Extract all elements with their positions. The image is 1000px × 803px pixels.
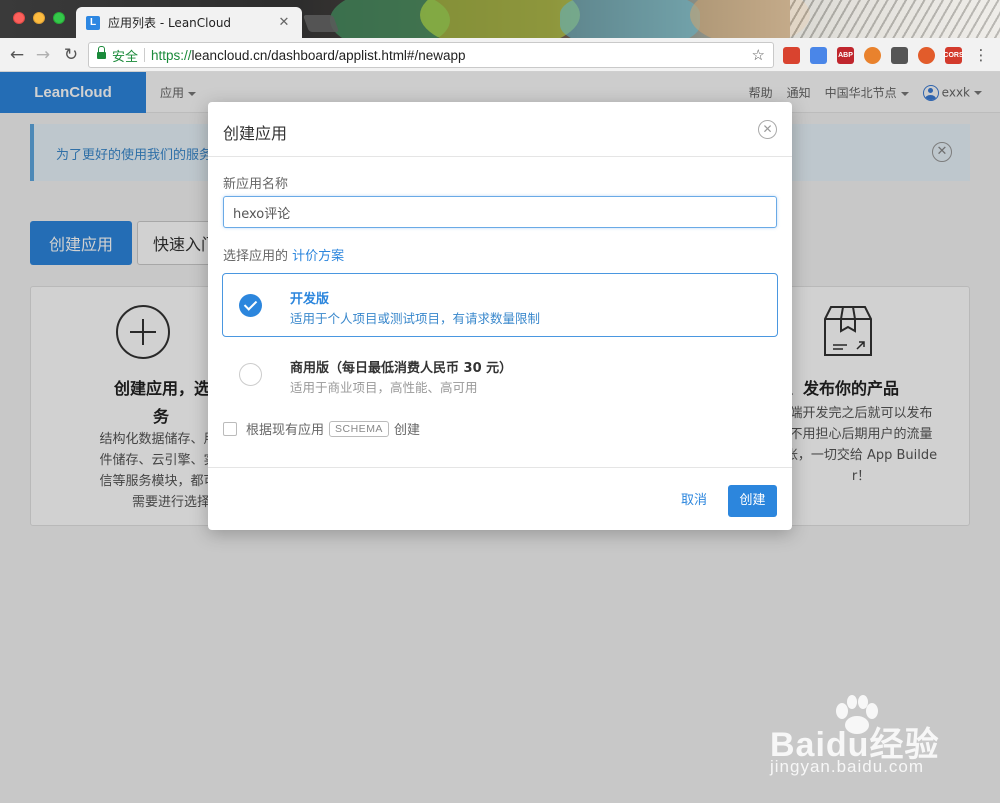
pricing-link[interactable]: 计价方案 bbox=[292, 249, 344, 264]
calendar-ext-icon[interactable] bbox=[783, 47, 800, 64]
plan-label: 选择应用的 计价方案 bbox=[223, 245, 344, 264]
wallpaper-art bbox=[560, 0, 700, 38]
plan-description: 适用于个人项目或测试项目，有请求数量限制 bbox=[290, 311, 541, 326]
browser-tab-active[interactable]: L 应用列表 - LeanCloud ✕ bbox=[76, 7, 302, 38]
leancloud-favicon-icon: L bbox=[86, 15, 100, 30]
reload-icon[interactable]: ↻ bbox=[60, 44, 82, 66]
url-scheme: https:// bbox=[151, 47, 192, 63]
cancel-ext-icon[interactable] bbox=[918, 47, 935, 64]
create-button[interactable]: 创建 bbox=[728, 485, 777, 517]
cancel-button[interactable]: 取消 bbox=[674, 486, 714, 516]
browser-menu-icon[interactable]: ⋮ bbox=[970, 44, 992, 66]
tab-title: 应用列表 - LeanCloud bbox=[108, 16, 232, 30]
watermark-url: jingyan.baidu.com bbox=[770, 757, 925, 776]
wallpaper-art bbox=[420, 0, 580, 38]
adblock-ext-icon[interactable]: ABP bbox=[837, 47, 854, 64]
lock-icon bbox=[97, 46, 106, 60]
plan-option-dev[interactable]: 开发版 适用于个人项目或测试项目，有请求数量限制 bbox=[222, 273, 778, 337]
omnibox-divider bbox=[144, 48, 146, 62]
app-name-label: 新应用名称 bbox=[223, 177, 289, 192]
plan-option-business[interactable]: 商用版（每日最低消费人民币 30 元） 适用于商业项目，高性能、高可用 bbox=[222, 342, 778, 406]
wallpaper-art bbox=[790, 0, 1000, 38]
color-ext-icon[interactable] bbox=[864, 47, 881, 64]
translate-ext-icon[interactable] bbox=[810, 47, 827, 64]
plan-description: 适用于商业项目，高性能、高可用 bbox=[290, 380, 478, 395]
address-bar[interactable]: 安全 https:// leancloud.cn/dashboard/appli… bbox=[88, 42, 774, 68]
plan-name: 开发版 bbox=[290, 292, 330, 307]
forward-arrow-icon[interactable]: → bbox=[32, 44, 54, 66]
url-path: leancloud.cn/dashboard/applist.html#/new… bbox=[191, 47, 466, 63]
back-arrow-icon[interactable]: ← bbox=[6, 44, 28, 66]
schema-suffix: 创建 bbox=[393, 423, 420, 438]
dialog-header: 创建应用 ✕ bbox=[208, 102, 792, 157]
bookmark-star-icon[interactable]: ☆ bbox=[752, 46, 765, 64]
app-name-input[interactable] bbox=[223, 196, 777, 228]
dialog-footer: 取消 创建 bbox=[208, 467, 792, 530]
new-tab-button[interactable] bbox=[302, 15, 340, 32]
window-zoom-button[interactable] bbox=[53, 12, 65, 24]
schema-prefix: 根据现有应用 bbox=[246, 423, 325, 438]
radio-checked-icon[interactable] bbox=[239, 294, 262, 317]
browser-tabstrip: L 应用列表 - LeanCloud ✕ bbox=[0, 0, 1000, 38]
tab-close-icon[interactable]: ✕ bbox=[276, 15, 292, 30]
baidu-watermark: Baidu经验 jingyan.baidu.com bbox=[770, 695, 970, 785]
create-app-dialog: 创建应用 ✕ 新应用名称 选择应用的 计价方案 开发版 适用于个人项目或测试项目… bbox=[208, 102, 792, 530]
window-minimize-button[interactable] bbox=[33, 12, 45, 24]
dialog-close-icon[interactable]: ✕ bbox=[758, 120, 777, 139]
window-close-button[interactable] bbox=[13, 12, 25, 24]
schema-tag: SCHEMA bbox=[329, 420, 389, 437]
secure-label: 安全 bbox=[112, 48, 139, 64]
cors-ext-icon[interactable]: CORS bbox=[943, 47, 964, 64]
radio-unchecked-icon[interactable] bbox=[239, 363, 262, 386]
monitor-ext-icon[interactable] bbox=[891, 47, 908, 64]
browser-toolbar: ← → ↻ 安全 https:// leancloud.cn/dashboard… bbox=[0, 38, 1000, 72]
plan-label-text: 选择应用的 bbox=[223, 249, 289, 264]
schema-option: 根据现有应用 SCHEMA 创建 bbox=[223, 419, 420, 438]
dialog-title: 创建应用 bbox=[223, 124, 288, 143]
schema-checkbox[interactable] bbox=[223, 421, 237, 436]
plan-name: 商用版（每日最低消费人民币 30 元） bbox=[290, 361, 513, 376]
